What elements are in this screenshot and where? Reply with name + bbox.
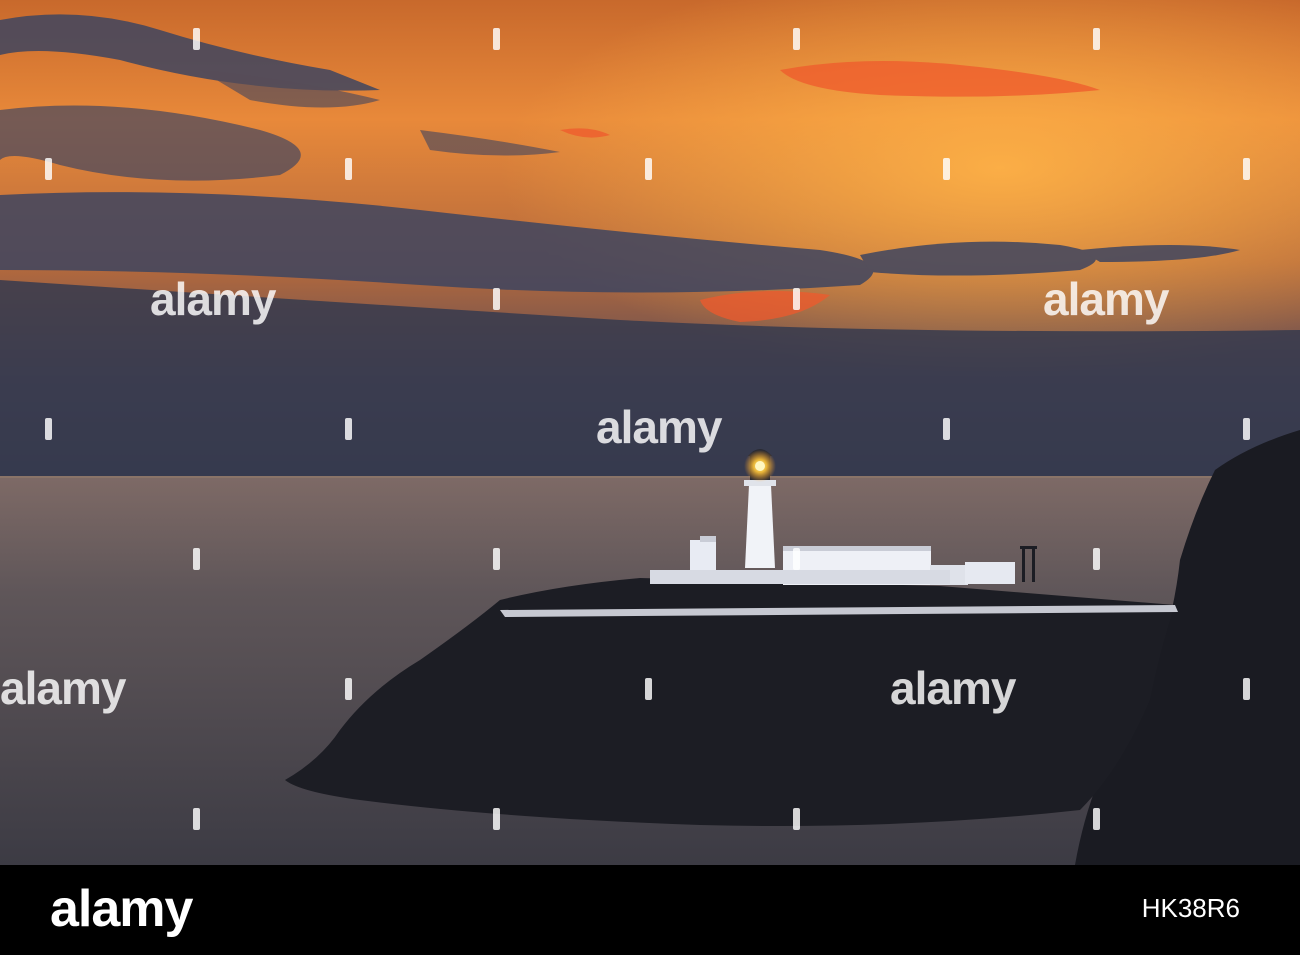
watermark-tick bbox=[193, 28, 200, 50]
watermark-tick bbox=[345, 158, 352, 180]
watermark-tick bbox=[1093, 808, 1100, 830]
image-id: HK38R6 bbox=[1141, 893, 1240, 923]
watermark-tick bbox=[45, 418, 52, 440]
watermark-tick bbox=[345, 418, 352, 440]
watermark-tick bbox=[493, 288, 500, 310]
watermark-tick bbox=[1243, 678, 1250, 700]
watermark-tick bbox=[1243, 158, 1250, 180]
watermark-text: alamy bbox=[0, 662, 126, 714]
watermark-tick bbox=[45, 158, 52, 180]
watermark-tick bbox=[793, 548, 800, 570]
watermark-tick bbox=[193, 548, 200, 570]
watermark-tick bbox=[193, 808, 200, 830]
watermark-tick bbox=[493, 28, 500, 50]
watermark-text: alamy bbox=[150, 273, 276, 325]
watermark-tick bbox=[1093, 28, 1100, 50]
footer-logo[interactable]: alamy bbox=[50, 883, 193, 935]
watermark-tick bbox=[943, 418, 950, 440]
watermark-text: alamy bbox=[596, 401, 722, 453]
watermark-tick bbox=[793, 288, 800, 310]
watermark-text: alamy bbox=[890, 662, 1016, 714]
watermark-tick bbox=[1243, 418, 1250, 440]
watermark-text: alamy bbox=[1043, 273, 1169, 325]
watermark-tick bbox=[1093, 548, 1100, 570]
watermark-tick bbox=[645, 158, 652, 180]
watermark-tick bbox=[493, 808, 500, 830]
lighthouse-tower bbox=[744, 449, 776, 568]
watermark-tick bbox=[943, 158, 950, 180]
watermark-tick bbox=[793, 808, 800, 830]
watermark-tick bbox=[345, 678, 352, 700]
watermark-tick bbox=[793, 28, 800, 50]
watermark-tick bbox=[493, 548, 500, 570]
watermark-tick bbox=[645, 678, 652, 700]
footer-bar: alamy HK38R6 bbox=[0, 865, 1300, 955]
